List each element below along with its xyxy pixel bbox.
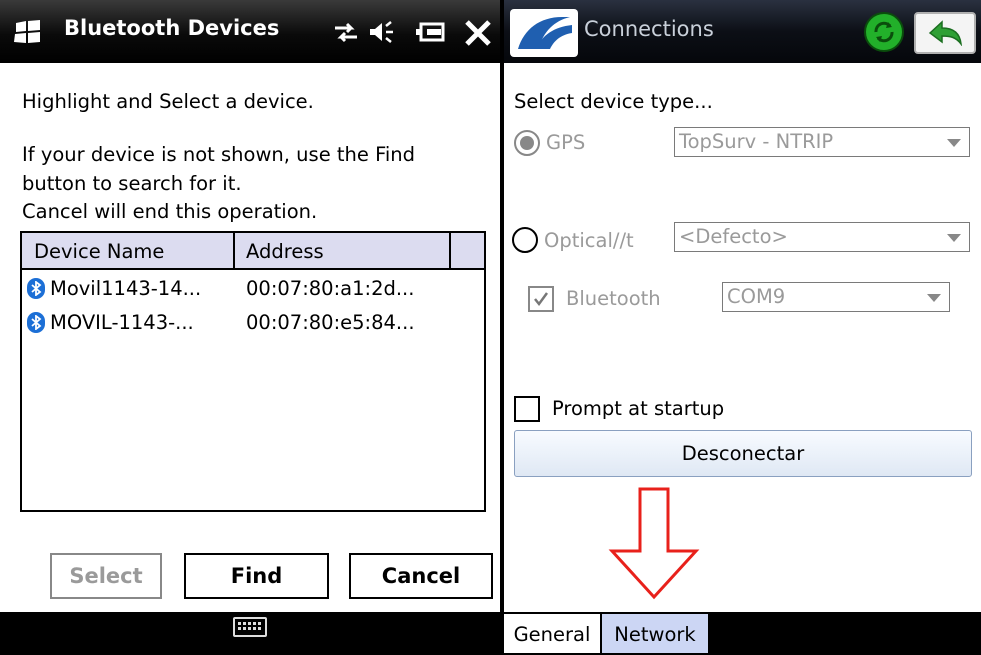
device-name: MOVIL-1143-...: [50, 311, 194, 334]
disconnect-button[interactable]: Desconectar: [514, 430, 972, 477]
gps-device-value: TopSurv - NTRIP: [679, 130, 834, 153]
instruction-find: If your device is not shown, use the Fin…: [22, 143, 416, 166]
close-icon[interactable]: [464, 20, 492, 46]
tab-general[interactable]: General: [504, 614, 600, 653]
device-list-header: Device Name Address: [22, 233, 484, 270]
window-title: Bluetooth Devices: [64, 16, 280, 40]
optical-device-value: <Defecto>: [679, 225, 788, 248]
keyboard-icon[interactable]: [233, 617, 267, 637]
back-arrow-icon: [928, 20, 962, 46]
table-row[interactable]: Movil1143-14... 00:07:80:a1:2d...: [22, 272, 484, 304]
down-arrow-annotation-icon: [608, 487, 700, 600]
device-name: Movil1143-14...: [50, 277, 202, 300]
com-port-select[interactable]: COM9: [722, 282, 950, 312]
chevron-down-icon: [947, 139, 961, 147]
sync-icon[interactable]: [864, 12, 904, 52]
com-port-value: COM9: [727, 285, 786, 308]
column-header-address[interactable]: Address: [246, 233, 324, 268]
tab-network[interactable]: Network: [602, 614, 708, 653]
device-list[interactable]: Device Name Address Movil1143-14... 00:0…: [20, 231, 486, 512]
chevron-down-icon: [927, 294, 941, 302]
column-divider[interactable]: [233, 233, 235, 268]
chevron-down-icon: [947, 234, 961, 242]
connections-window: Connections Select device type... GPS To…: [504, 0, 981, 653]
bluetooth-devices-window: Bluetooth Devices Highlight and Select a…: [0, 0, 500, 653]
cancel-button[interactable]: Cancel: [349, 553, 493, 599]
instruction-cancel: Cancel will end this operation.: [22, 200, 318, 223]
gps-label: GPS: [546, 131, 586, 154]
speaker-icon[interactable]: [368, 20, 398, 44]
select-device-type-label: Select device type...: [514, 90, 713, 113]
optical-device-select[interactable]: <Defecto>: [674, 222, 970, 252]
windows-start-icon[interactable]: [14, 20, 42, 44]
gps-radio[interactable]: [514, 130, 540, 156]
bluetooth-checkbox[interactable]: [528, 286, 554, 312]
back-button[interactable]: [914, 12, 976, 54]
instruction-search: button to search for it.: [22, 172, 242, 195]
gps-device-select[interactable]: TopSurv - NTRIP: [674, 127, 970, 157]
network-arrows-icon[interactable]: [333, 20, 359, 44]
device-address: 00:07:80:e5:84...: [246, 311, 415, 334]
prompt-at-startup-label: Prompt at startup: [552, 397, 725, 420]
optical-radio[interactable]: [512, 227, 538, 253]
column-header-device-name[interactable]: Device Name: [34, 233, 164, 268]
bluetooth-label: Bluetooth: [566, 287, 661, 310]
table-row[interactable]: MOVIL-1143-... 00:07:80:e5:84...: [22, 306, 484, 338]
device-address: 00:07:80:a1:2d...: [246, 277, 415, 300]
connections-title: Connections: [584, 17, 714, 41]
app-logo-icon[interactable]: [510, 9, 578, 57]
optical-label: Optical//t: [544, 229, 634, 252]
battery-icon[interactable]: [416, 22, 446, 42]
find-button[interactable]: Find: [184, 553, 329, 599]
column-divider[interactable]: [449, 233, 451, 268]
select-button[interactable]: Select: [50, 553, 162, 599]
prompt-at-startup-checkbox[interactable]: [514, 396, 540, 422]
instruction-highlight: Highlight and Select a device.: [22, 90, 314, 113]
bluetooth-icon: [27, 312, 45, 333]
bluetooth-icon: [27, 278, 45, 299]
